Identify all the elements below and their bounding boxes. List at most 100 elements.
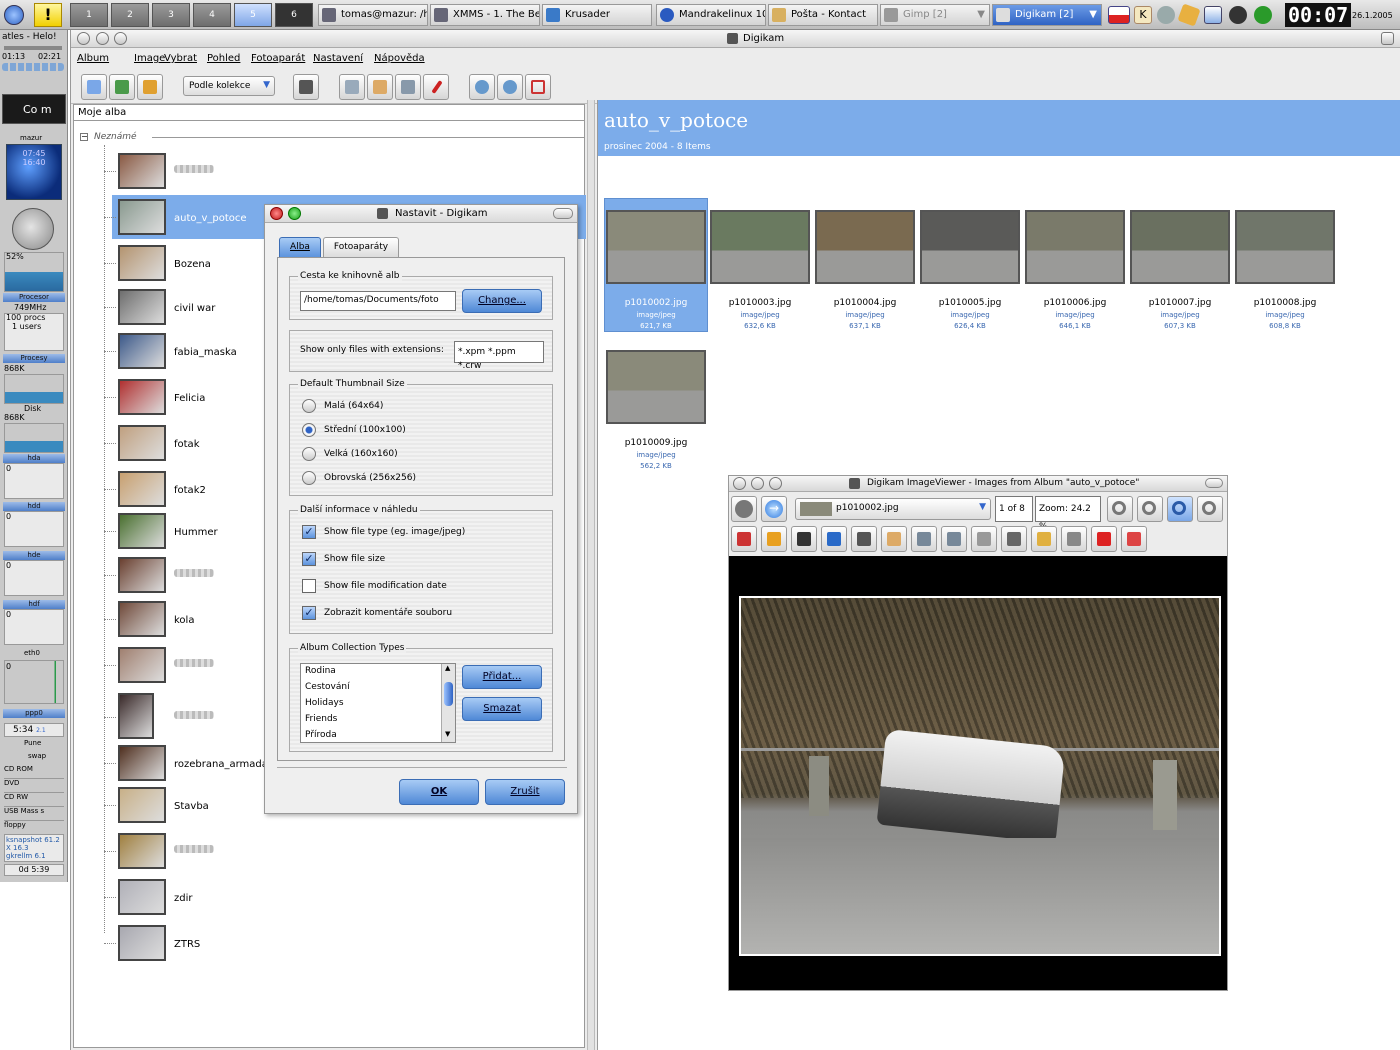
fullscreen-button[interactable] xyxy=(525,74,551,100)
album-item[interactable] xyxy=(104,149,586,193)
edit-button[interactable] xyxy=(881,526,907,552)
viewer-minimize-button[interactable] xyxy=(751,477,764,490)
image-thumbnail[interactable] xyxy=(606,210,706,284)
minimize-button[interactable] xyxy=(96,32,109,45)
viewer-close-button[interactable] xyxy=(733,477,746,490)
chevron-up-icon[interactable]: ▲ xyxy=(445,664,450,672)
print-button[interactable] xyxy=(971,526,997,552)
list-scrollbar[interactable]: ▲ ▼ xyxy=(441,664,455,742)
new-album-button[interactable] xyxy=(81,74,107,100)
gk-mount-item[interactable]: CD ROM xyxy=(4,765,64,779)
dialog-titlebar[interactable]: Nastavit - Digikam xyxy=(265,205,577,223)
viewer-maximize-button[interactable] xyxy=(769,477,782,490)
image-thumbnail[interactable] xyxy=(606,350,706,424)
panel-splitter[interactable] xyxy=(587,100,595,1050)
fullscreen-button[interactable] xyxy=(731,526,757,552)
desktop-2-button[interactable]: 2 xyxy=(111,3,149,27)
album-props-button[interactable] xyxy=(137,74,163,100)
menu-album[interactable]: Album xyxy=(77,53,109,64)
collection-item[interactable]: Holidays xyxy=(305,698,344,708)
desktop-4-button[interactable]: 4 xyxy=(193,3,231,27)
task-gimp[interactable]: Gimp [2] ▼ xyxy=(880,4,990,26)
dialog-shade-button[interactable] xyxy=(553,208,573,219)
image-thumbnail[interactable] xyxy=(920,210,1020,284)
task-kontact[interactable]: Pošta - Kontact xyxy=(768,4,878,26)
image-thumbnail[interactable] xyxy=(1025,210,1125,284)
thumbnail-size-radio[interactable] xyxy=(302,399,316,413)
viewer-zoom-in-button[interactable] xyxy=(1107,496,1133,522)
prev-button[interactable] xyxy=(731,496,757,522)
comment-button[interactable] xyxy=(423,74,449,100)
volume-icon[interactable] xyxy=(1157,6,1175,24)
warning-icon[interactable]: ! xyxy=(34,3,62,27)
notes-icon[interactable] xyxy=(1177,3,1201,27)
album-item[interactable]: ZTRS xyxy=(104,921,586,965)
zoom-in-button[interactable] xyxy=(469,74,495,100)
properties-button[interactable] xyxy=(911,526,937,552)
download-icon[interactable] xyxy=(1229,6,1247,24)
thumbnail-size-radio[interactable] xyxy=(302,423,316,437)
collection-item[interactable]: Rodina xyxy=(305,666,336,676)
thumbnail-size-radio[interactable] xyxy=(302,447,316,461)
tab-cameras[interactable]: Fotoaparáty xyxy=(323,237,399,257)
menu-camera[interactable]: Fotoaparát xyxy=(251,53,305,64)
camera-button[interactable] xyxy=(293,74,319,100)
klipper-icon[interactable]: K xyxy=(1134,6,1152,24)
crop-button[interactable] xyxy=(851,526,877,552)
add-collection-button[interactable]: Přidat... xyxy=(462,665,542,689)
image-thumbnail[interactable] xyxy=(710,210,810,284)
viewer-titlebar[interactable]: Digikam ImageViewer - Images from Album … xyxy=(729,476,1227,492)
desktop-3-button[interactable]: 3 xyxy=(152,3,190,27)
thumbnail-size-radio[interactable] xyxy=(302,471,316,485)
task-xmms[interactable]: XMMS - 1. The Be xyxy=(430,4,540,26)
image-thumbnail[interactable] xyxy=(815,210,915,284)
viewer-zoom-out-button[interactable] xyxy=(1137,496,1163,522)
undo-button[interactable] xyxy=(1061,526,1087,552)
collection-item[interactable]: Friends xyxy=(305,714,337,724)
ok-button[interactable]: OK xyxy=(399,779,479,805)
viewer-shade-button[interactable] xyxy=(1205,478,1223,488)
album-item[interactable]: zdir xyxy=(104,875,586,919)
quit-button[interactable] xyxy=(1121,526,1147,552)
task-digikam[interactable]: Digikam [2] ▼ xyxy=(992,4,1102,26)
window-list-icon[interactable] xyxy=(1204,6,1222,24)
task-browser[interactable]: Mandrakelinux 10 xyxy=(656,4,766,26)
view-image-button[interactable] xyxy=(339,74,365,100)
slideshow-button[interactable] xyxy=(761,526,787,552)
gk-mount-item[interactable]: CD RW xyxy=(4,793,64,807)
menu-image[interactable]: Image xyxy=(134,53,165,64)
change-path-button[interactable]: Change... xyxy=(462,289,542,313)
album-path-input[interactable]: /home/tomas/Documents/foto xyxy=(300,291,456,311)
next-button[interactable]: → xyxy=(761,496,787,522)
rotate-button[interactable] xyxy=(791,526,817,552)
desktop-1-button[interactable]: 1 xyxy=(70,3,108,27)
tree-expander[interactable]: − xyxy=(80,133,88,141)
sort-select[interactable]: Podle kolekce ▼ xyxy=(183,76,275,96)
import-button[interactable] xyxy=(109,74,135,100)
preview-info-checkbox[interactable]: ✓ xyxy=(302,552,316,566)
gk-mount-item[interactable]: USB Mass s xyxy=(4,807,64,821)
image-thumbnail[interactable] xyxy=(1130,210,1230,284)
delete-collection-button[interactable]: Smazat xyxy=(462,697,542,721)
clover-icon[interactable] xyxy=(1254,6,1272,24)
dialog-maximize-button[interactable] xyxy=(288,207,301,220)
edit-image-button[interactable] xyxy=(367,74,393,100)
comment-button[interactable] xyxy=(1031,526,1057,552)
menu-select[interactable]: Vybrat xyxy=(164,53,197,64)
clock[interactable]: 00:07 xyxy=(1285,3,1352,27)
dialog-close-button[interactable] xyxy=(270,207,283,220)
desktop-5-button[interactable]: 5 xyxy=(234,3,272,27)
preview-info-checkbox[interactable] xyxy=(302,579,316,593)
task-terminal[interactable]: tomas@mazur: /h xyxy=(318,4,428,26)
image-thumbnail[interactable] xyxy=(1235,210,1335,284)
image-props-button[interactable] xyxy=(395,74,421,100)
gk-mount-item[interactable]: DVD xyxy=(4,779,64,793)
flip-button[interactable] xyxy=(821,526,847,552)
gk-ppp-box[interactable]: 5:34 2.1 xyxy=(4,723,64,737)
main-titlebar[interactable]: Digikam xyxy=(71,30,1400,48)
delete-button[interactable] xyxy=(1091,526,1117,552)
task-krusader[interactable]: Krusader xyxy=(542,4,652,26)
collection-types-list[interactable]: Rodina Cestování Holidays Friends Příroda ▲ … xyxy=(300,663,456,743)
scrollbar-thumb[interactable] xyxy=(444,682,453,706)
gk-slider[interactable] xyxy=(4,46,62,50)
